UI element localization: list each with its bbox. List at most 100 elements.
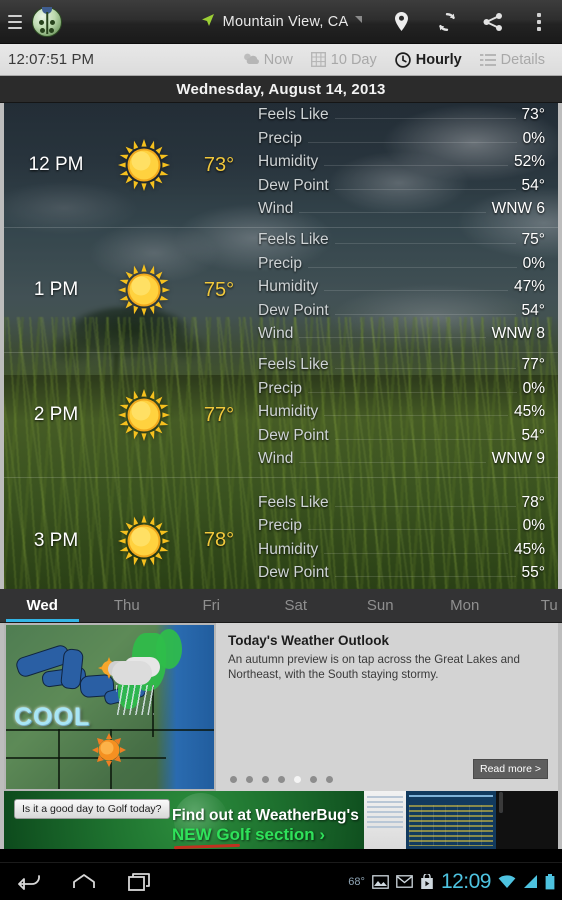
stat-feels-like: Feels Like 77° bbox=[258, 356, 545, 380]
stat-wind: Wind WNW 9 bbox=[258, 450, 545, 474]
gmail-icon[interactable] bbox=[396, 875, 413, 888]
stat-leader bbox=[307, 141, 517, 143]
tab-10-day-label: 10 Day bbox=[330, 51, 377, 68]
stat-leader bbox=[299, 212, 486, 214]
refresh-icon[interactable] bbox=[424, 0, 470, 44]
day-tab-mon[interactable]: Mon bbox=[423, 589, 508, 622]
gps-arrow-icon bbox=[200, 12, 216, 33]
hour-temperature: 75° bbox=[203, 278, 235, 301]
ad-headline-2: NEW Golf section › bbox=[172, 825, 325, 844]
hourly-row[interactable]: 3 PM 78° Feels Like 78° Precip 0% Humidi… bbox=[4, 478, 558, 589]
stat-leader bbox=[334, 118, 516, 120]
stat-leader bbox=[334, 368, 516, 370]
stat-leader bbox=[307, 391, 517, 393]
weatherbug-ladybug-logo[interactable] bbox=[32, 6, 62, 37]
stat-label: Humidity bbox=[258, 540, 319, 558]
pager-dot[interactable] bbox=[309, 776, 317, 783]
tab-details[interactable]: Details bbox=[471, 44, 554, 76]
stat-leader bbox=[307, 266, 517, 268]
day-tab-thu[interactable]: Thu bbox=[85, 589, 170, 622]
stat-value: 0% bbox=[522, 129, 545, 147]
stat-leader bbox=[334, 313, 516, 315]
day-tab-wed[interactable]: Wed bbox=[0, 589, 85, 622]
sunny-icon bbox=[108, 138, 180, 192]
hour-label: 2 PM bbox=[33, 404, 79, 425]
pager-dot[interactable] bbox=[325, 776, 333, 783]
stat-precip: Precip 0% bbox=[258, 380, 545, 404]
stat-label: Feels Like bbox=[258, 106, 329, 124]
outlook-text: Today's Weather Outlook An autumn previe… bbox=[216, 623, 558, 791]
stat-humidity: Humidity 52% bbox=[258, 153, 545, 177]
battery-icon[interactable] bbox=[545, 873, 555, 890]
hour-stats: Feels Like 78° Precip 0% Humidity 45% De… bbox=[258, 494, 558, 588]
tab-now[interactable]: Now bbox=[233, 44, 302, 76]
stat-label: Feels Like bbox=[258, 493, 329, 511]
location-pin-icon[interactable] bbox=[378, 0, 424, 44]
overflow-menu-icon[interactable] bbox=[516, 0, 562, 44]
ad-banner[interactable]: Is it a good day to Golf today? Find out… bbox=[0, 791, 562, 850]
stat-dew-point: Dew Point 54° bbox=[258, 177, 545, 201]
stat-label: Dew Point bbox=[258, 176, 329, 194]
weather-outlook-card: COOL Today's Weather Outlook An autumn p… bbox=[0, 623, 562, 791]
stat-value: 54° bbox=[521, 426, 545, 444]
tab-now-label: Now bbox=[263, 51, 293, 68]
stat-precip: Precip 0% bbox=[258, 517, 545, 541]
pager-dot[interactable] bbox=[277, 776, 285, 783]
hourly-forecast-list[interactable]: 12 PM 73° Feels Like 73° Precip 0% Humid… bbox=[0, 103, 562, 589]
hour-temperature: 77° bbox=[203, 403, 235, 426]
stat-value: 0% bbox=[522, 379, 545, 397]
tab-hourly[interactable]: Hourly bbox=[386, 44, 471, 76]
action-bar-icons bbox=[378, 0, 562, 44]
stat-label: Humidity bbox=[258, 403, 319, 421]
stat-label: Precip bbox=[258, 129, 302, 147]
stat-value: 0% bbox=[522, 517, 545, 534]
pager-dot[interactable] bbox=[229, 776, 237, 783]
grid-icon bbox=[310, 52, 326, 67]
outlook-map-thumbnail[interactable]: COOL bbox=[4, 623, 216, 791]
date-header: Wednesday, August 14, 2013 bbox=[0, 76, 562, 103]
pager-dot-active[interactable] bbox=[293, 776, 301, 783]
share-icon[interactable] bbox=[470, 0, 516, 44]
image-icon[interactable] bbox=[372, 874, 389, 889]
play-store-icon[interactable] bbox=[420, 873, 434, 890]
hamburger-icon[interactable] bbox=[2, 14, 28, 29]
pager-dot[interactable] bbox=[245, 776, 253, 783]
stat-label: Wind bbox=[258, 325, 294, 343]
stat-humidity: Humidity 45% bbox=[258, 541, 545, 565]
view-tabs: Now 10 Day Hourly Details bbox=[233, 44, 554, 76]
stat-label: Dew Point bbox=[258, 564, 329, 581]
view-tab-strip: 12:07:51 PM Now 10 Day Hourly Details bbox=[0, 44, 562, 76]
hourly-row[interactable]: 2 PM 77° Feels Like 77° Precip 0% Humidi… bbox=[4, 353, 558, 478]
day-tab-tue[interactable]: Tu bbox=[507, 589, 562, 622]
home-icon[interactable] bbox=[56, 863, 112, 900]
signal-icon[interactable] bbox=[523, 874, 538, 889]
stat-value: 54° bbox=[521, 301, 545, 319]
back-icon[interactable] bbox=[0, 863, 56, 900]
wifi-icon[interactable] bbox=[498, 874, 516, 889]
day-tab-sun[interactable]: Sun bbox=[338, 589, 423, 622]
day-tab-fri[interactable]: Fri bbox=[169, 589, 254, 622]
hourly-row[interactable]: 1 PM 75° Feels Like 75° Precip 0% Humidi… bbox=[4, 228, 558, 353]
outlook-title: Today's Weather Outlook bbox=[228, 633, 389, 648]
ad-left-panel: Is it a good day to Golf today? Find out… bbox=[4, 791, 364, 850]
stat-leader bbox=[334, 576, 516, 577]
stat-label: Dew Point bbox=[258, 301, 329, 319]
system-clock: 12:09 bbox=[440, 869, 492, 893]
ad-screenshot-sidebar bbox=[364, 791, 406, 849]
hourly-row[interactable]: 12 PM 73° Feels Like 73° Precip 0% Humid… bbox=[4, 103, 558, 228]
stat-leader bbox=[324, 552, 508, 554]
recents-icon[interactable] bbox=[112, 863, 168, 900]
stat-dew-point: Dew Point 55° bbox=[258, 564, 545, 588]
stat-label: Dew Point bbox=[258, 426, 329, 444]
tab-10-day[interactable]: 10 Day bbox=[302, 44, 386, 76]
pager-dot[interactable] bbox=[261, 776, 269, 783]
stat-feels-like: Feels Like 75° bbox=[258, 231, 545, 255]
outlook-body: An autumn preview is on tap across the G… bbox=[228, 653, 520, 681]
stat-precip: Precip 0% bbox=[258, 255, 545, 279]
ad-question-bubble: Is it a good day to Golf today? bbox=[14, 799, 170, 819]
location-selector-button[interactable]: Mountain View, CA bbox=[200, 12, 363, 33]
location-name: Mountain View, CA bbox=[222, 14, 349, 30]
stat-value: 75° bbox=[521, 231, 545, 249]
day-tab-sat[interactable]: Sat bbox=[254, 589, 339, 622]
stat-leader bbox=[307, 529, 517, 530]
